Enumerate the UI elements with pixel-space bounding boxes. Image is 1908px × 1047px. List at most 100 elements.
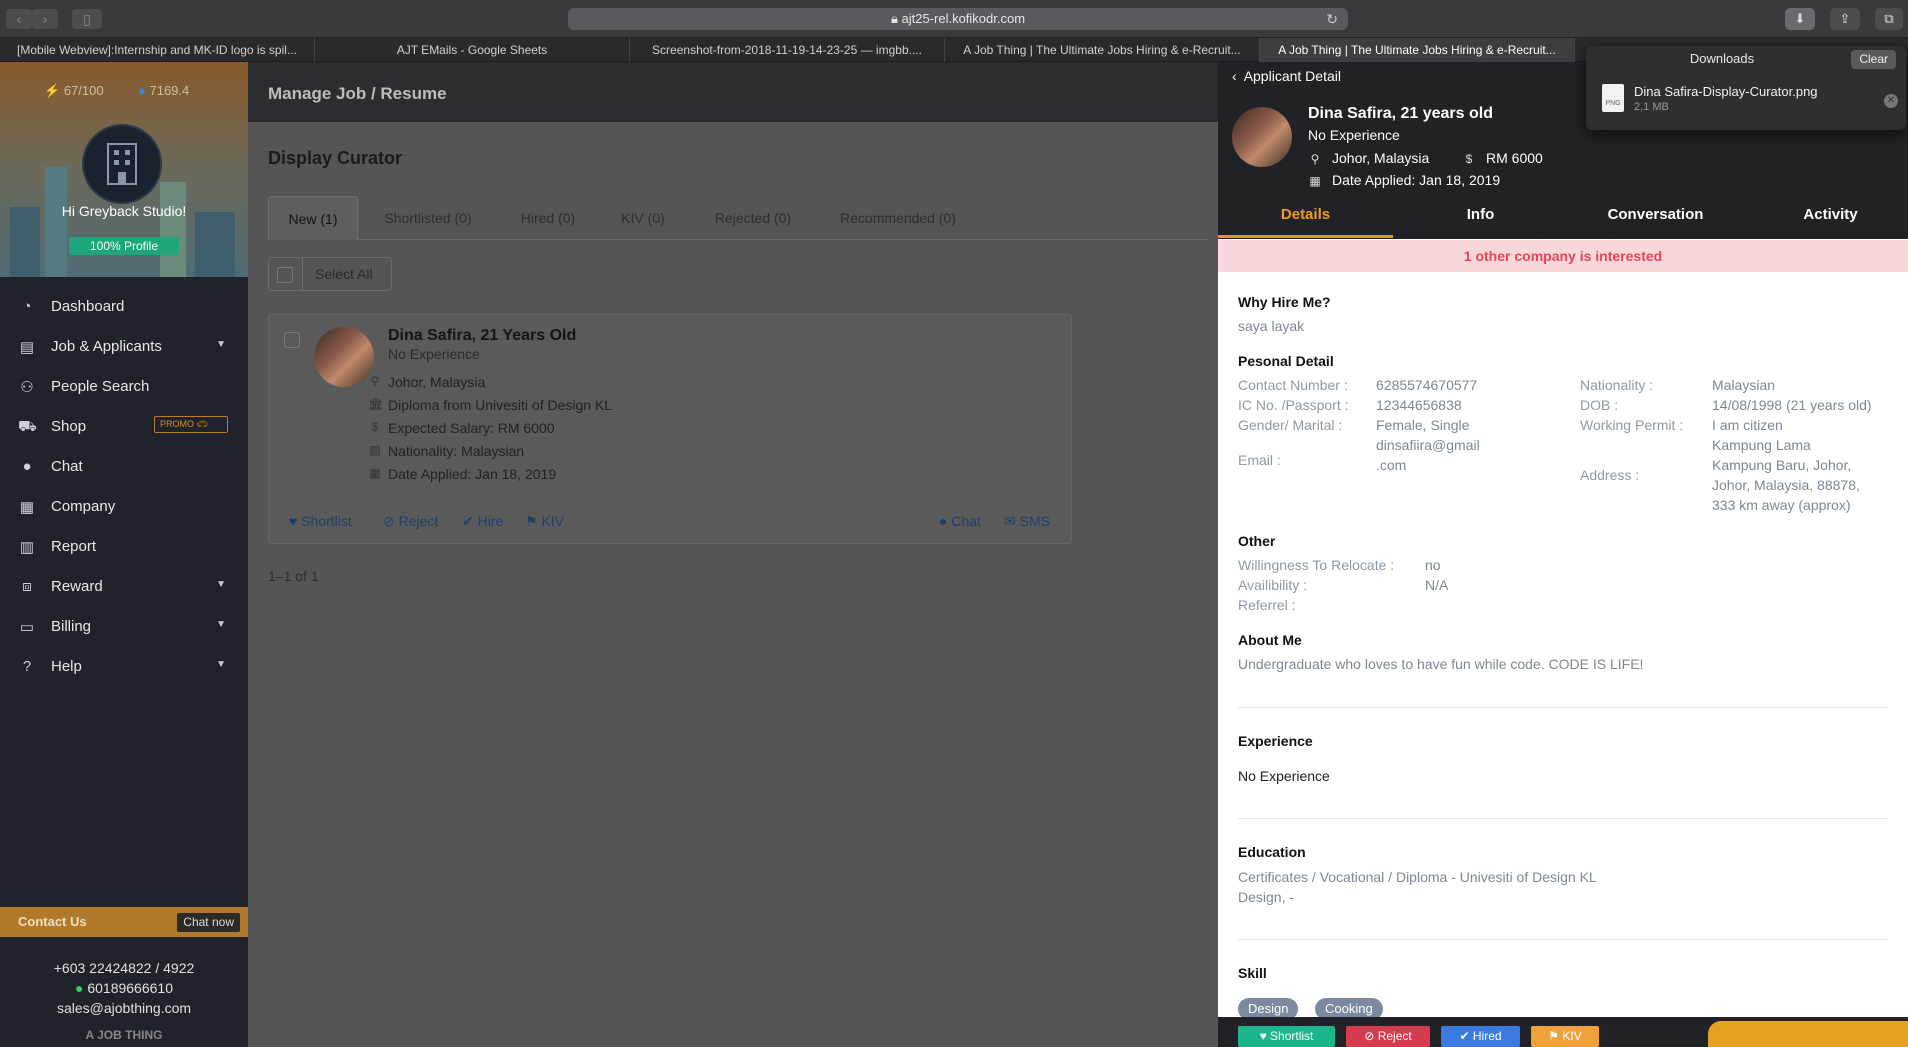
remove-download-icon[interactable]: ✕: [1884, 94, 1898, 108]
calendar-icon: ▦: [1309, 174, 1321, 188]
select-all-control[interactable]: Select All: [268, 257, 392, 291]
panel-tabs: Details Info Conversation Activity: [1218, 198, 1908, 238]
browser-tab[interactable]: AJT EMails - Google Sheets: [315, 38, 630, 62]
panel-action-bar: ♥ Shortlist ⊘ Reject ✔ Hired ⚑ KIV: [1218, 1017, 1908, 1047]
lock-icon: 🔒︎: [890, 11, 902, 26]
tab-recommended[interactable]: Recommended (0): [818, 196, 978, 240]
forward-arrow-icon[interactable]: ›: [32, 9, 58, 29]
credit-card-icon: ▭: [19, 619, 35, 636]
lightning-icon: ⚡: [44, 83, 61, 98]
select-all-checkbox[interactable]: [277, 267, 293, 283]
applicant-status-tabs: New (1) Shortlisted (0) Hired (0) KIV (0…: [268, 196, 1208, 240]
select-all-label: Select All: [315, 266, 373, 282]
address-bar[interactable]: 🔒︎ ajt25-rel.kofikodr.com ↻: [568, 8, 1348, 30]
tabs-overview-icon[interactable]: ⧉: [1875, 8, 1903, 30]
tab-details[interactable]: Details: [1218, 198, 1393, 238]
back-link[interactable]: ‹ Applicant Detail: [1232, 68, 1341, 84]
chat-button[interactable]: ● Chat: [939, 513, 981, 529]
download-file-name[interactable]: Dina Safira-Display-Curator.png: [1634, 84, 1818, 99]
tab-rejected[interactable]: Rejected (0): [688, 196, 818, 240]
sidebar-item-shop[interactable]: ⛟ Shop PROMO 🚗︎: [0, 407, 248, 447]
availability-label: Availibility :: [1238, 577, 1307, 593]
check-icon: ✔: [462, 513, 474, 529]
download-file-size: 2,1 MB: [1634, 101, 1669, 113]
caret-down-icon: ▼: [216, 579, 226, 590]
document-icon: ▤: [19, 339, 35, 356]
tab-kiv[interactable]: KIV (0): [598, 196, 688, 240]
building-icon: ▦: [19, 499, 35, 516]
kiv-button[interactable]: ⚑ KIV: [1531, 1026, 1599, 1047]
png-file-icon[interactable]: PNG: [1602, 84, 1624, 112]
ic-label: IC No. /Passport :: [1238, 397, 1349, 413]
browser-tab[interactable]: Screenshot-from-2018-11-19-14-23-25 — im…: [630, 38, 945, 62]
sms-button[interactable]: ✉ SMS: [1004, 513, 1050, 530]
sidebar-item-report[interactable]: ▥ Report: [0, 527, 248, 567]
dollar-icon: $: [1465, 152, 1473, 166]
address-line: Kampung Lama: [1712, 437, 1811, 453]
shortlist-button[interactable]: ♥ Shortlist: [1238, 1026, 1335, 1047]
sidebar-item-people-search[interactable]: ⚇ People Search: [0, 367, 248, 407]
sidebar-item-dashboard[interactable]: ◔ Dashboard: [0, 287, 248, 327]
ajobthing-logo: A JOB THING: [85, 1028, 163, 1042]
tab-hired[interactable]: Hired (0): [498, 196, 598, 240]
permit-label: Working Permit :: [1580, 417, 1684, 433]
browser-tab-active[interactable]: A Job Thing | The Ultimate Jobs Hiring &…: [1260, 38, 1575, 62]
reject-button[interactable]: ⊘ Reject: [383, 513, 438, 530]
main-content: Manage Job / Resume Display Curator New …: [248, 62, 1218, 1047]
caret-down-icon: ▼: [216, 339, 226, 350]
profile-completion-badge[interactable]: 100% Profile: [69, 237, 179, 255]
floating-action-bar[interactable]: [1708, 1021, 1908, 1047]
tab-info[interactable]: Info: [1393, 198, 1568, 238]
share-icon[interactable]: ⇪: [1830, 8, 1860, 30]
skill-title: Skill: [1238, 965, 1267, 981]
applicant-experience: No Experience: [388, 346, 480, 362]
divider: [302, 258, 303, 290]
browser-tab[interactable]: A Job Thing | The Ultimate Jobs Hiring &…: [945, 38, 1260, 62]
energy-stat: ⚡ 67/100: [44, 83, 104, 98]
kiv-button[interactable]: ⚑ KIV: [525, 513, 564, 530]
applicant-card[interactable]: Dina Safira, 21 Years Old No Experience …: [268, 314, 1072, 544]
contact-email[interactable]: sales@ajobthing.com: [0, 1000, 248, 1016]
clear-downloads-button[interactable]: Clear: [1851, 50, 1896, 69]
reject-button[interactable]: ⊘ Reject: [1346, 1026, 1430, 1047]
tab-activity[interactable]: Activity: [1743, 198, 1908, 238]
sidebar-item-chat[interactable]: ● Chat: [0, 447, 248, 487]
applicant-checkbox[interactable]: [284, 332, 300, 348]
applicant-photo: [1232, 107, 1292, 167]
tab-new[interactable]: New (1): [268, 196, 358, 240]
map-pin-icon: ⚲: [370, 374, 380, 388]
shortlist-button[interactable]: ♥ Shortlist: [289, 513, 352, 529]
sidebar-toggle-icon[interactable]: ▯: [72, 9, 102, 29]
sidebar: ⚡ 67/100 ● 7169.4 Hi Greyback Studio! 10…: [0, 62, 248, 1047]
hired-button[interactable]: ✔ Hired: [1441, 1026, 1520, 1047]
other-title: Other: [1238, 533, 1276, 549]
applicant-name[interactable]: Dina Safira, 21 Years Old: [388, 327, 576, 345]
hire-button[interactable]: ✔ Hire: [462, 513, 503, 530]
tab-conversation[interactable]: Conversation: [1568, 198, 1743, 238]
applicant-salary: $ RM 6000: [1462, 150, 1543, 166]
browser-tab[interactable]: [Mobile Webview]:Internship and MK-ID lo…: [0, 38, 315, 62]
experience-title: Experience: [1238, 733, 1313, 749]
tab-shortlisted[interactable]: Shortlisted (0): [358, 196, 498, 240]
sidebar-item-jobs[interactable]: ▤ Job & Applicants ▼: [0, 327, 248, 367]
car-icon: 🚗︎: [196, 419, 208, 429]
education-title: Education: [1238, 844, 1306, 860]
sidebar-item-reward[interactable]: ⧈ Reward ▼: [0, 567, 248, 607]
sidebar-item-billing[interactable]: ▭ Billing ▼: [0, 607, 248, 647]
chat-icon: ●: [939, 513, 948, 529]
downloads-icon[interactable]: ⬇: [1785, 8, 1815, 30]
cart-icon: ⛟: [18, 418, 37, 435]
company-avatar[interactable]: [82, 124, 162, 204]
ic-value: 12344656838: [1376, 397, 1462, 413]
sidebar-item-help[interactable]: ? Help ▼: [0, 647, 248, 687]
ban-icon: ⊘: [1364, 1029, 1375, 1043]
referrel-label: Referrel :: [1238, 597, 1296, 613]
applicant-date-applied: ▦ Date Applied: Jan 18, 2019: [1309, 172, 1501, 188]
reload-icon[interactable]: ↻: [1326, 8, 1338, 30]
relocate-label: Willingness To Relocate :: [1238, 557, 1395, 573]
back-arrow-icon[interactable]: ‹: [6, 9, 32, 29]
sidebar-item-company[interactable]: ▦ Company: [0, 487, 248, 527]
flag-icon: ⚑: [1548, 1029, 1560, 1043]
chat-now-button[interactable]: Chat now: [177, 913, 240, 932]
education-line1: Certificates / Vocational / Diploma - Un…: [1238, 869, 1597, 885]
